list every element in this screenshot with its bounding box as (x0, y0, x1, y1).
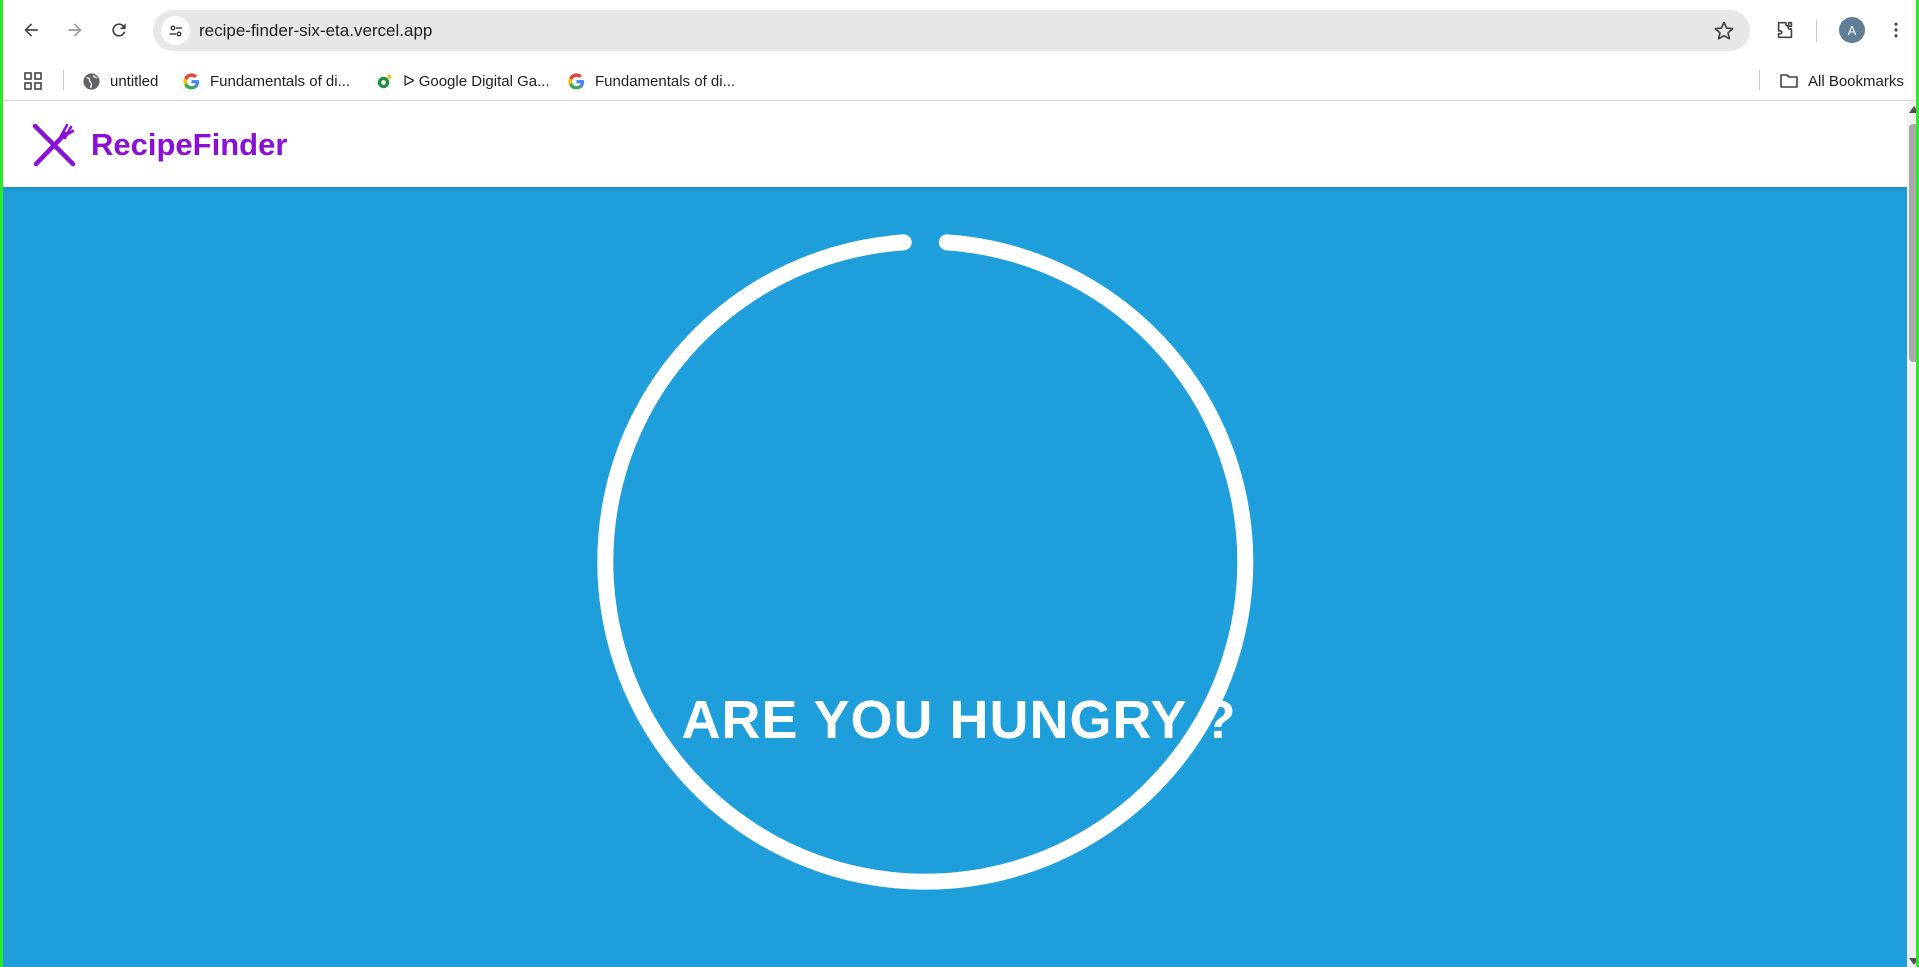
scroll-up-arrow[interactable] (1909, 106, 1916, 113)
fork-knife-icon[interactable] (31, 122, 77, 168)
forward-button[interactable] (59, 14, 91, 46)
bookmark-item[interactable]: untitled (81, 69, 158, 93)
bookmark-item[interactable]: Fundamentals of di... (566, 69, 735, 93)
reload-icon (112, 23, 126, 37)
reload-button[interactable] (103, 14, 135, 46)
apps-grid-icon (24, 72, 42, 90)
bookmarks-bar: untitled Fundamentals of di... ᐅ Google … (3, 60, 1916, 101)
bookmarks-divider (1759, 70, 1760, 90)
hero-section: ARE YOU HUNGRY ? (3, 187, 1907, 967)
globe-icon (81, 71, 101, 91)
scroll-down-arrow[interactable] (1909, 958, 1916, 965)
hero-title: ARE YOU HUNGRY ? (681, 690, 1237, 750)
bookmark-item[interactable]: ᐅ Google Digital Ga... (374, 69, 550, 93)
bookmarks-divider (63, 70, 64, 90)
bookmark-label: ᐅ Google Digital Ga... (403, 73, 550, 90)
arrow-left-icon (24, 23, 38, 37)
garage-icon (374, 71, 394, 91)
tune-icon (169, 25, 182, 36)
scrollbar-thumb[interactable] (1909, 124, 1916, 362)
all-bookmarks-button[interactable]: All Bookmarks (1779, 69, 1904, 93)
google-icon (181, 71, 201, 91)
all-bookmarks-label: All Bookmarks (1808, 72, 1904, 90)
apps-button[interactable] (23, 69, 43, 93)
more-vert-icon (1894, 22, 1898, 38)
url-text[interactable]: recipe-finder-six-eta.vercel.app (199, 21, 432, 41)
browser-window: recipe-finder-six-eta.vercel.app A untit… (0, 0, 1919, 967)
folder-icon (1779, 71, 1799, 91)
bookmark-label: Fundamentals of di... (595, 72, 736, 90)
google-icon (566, 71, 586, 91)
extensions-button[interactable] (1771, 16, 1799, 44)
arrow-right-icon (68, 23, 82, 37)
bookmark-label: untitled (110, 72, 159, 90)
page-scrollbar[interactable] (1907, 102, 1916, 967)
bookmark-star-icon[interactable] (1712, 19, 1736, 43)
browser-toolbar: recipe-finder-six-eta.vercel.app A (3, 0, 1916, 60)
page-viewport: RecipeFinder ARE YOU HUNGRY ? (3, 102, 1907, 967)
bookmark-item[interactable]: Fundamentals of di... (181, 69, 350, 93)
toolbar-divider (1816, 20, 1817, 42)
puzzle-icon (1777, 21, 1793, 39)
site-info-button[interactable] (161, 16, 190, 45)
browser-menu-button[interactable] (1882, 16, 1910, 44)
brand-logo-text[interactable]: RecipeFinder (91, 127, 287, 163)
site-header: RecipeFinder (3, 102, 1907, 187)
loading-ring (597, 234, 1254, 890)
profile-avatar[interactable]: A (1839, 17, 1865, 43)
address-bar[interactable]: recipe-finder-six-eta.vercel.app (153, 10, 1750, 51)
back-button[interactable] (15, 14, 47, 46)
bookmark-label: Fundamentals of di... (210, 72, 351, 90)
